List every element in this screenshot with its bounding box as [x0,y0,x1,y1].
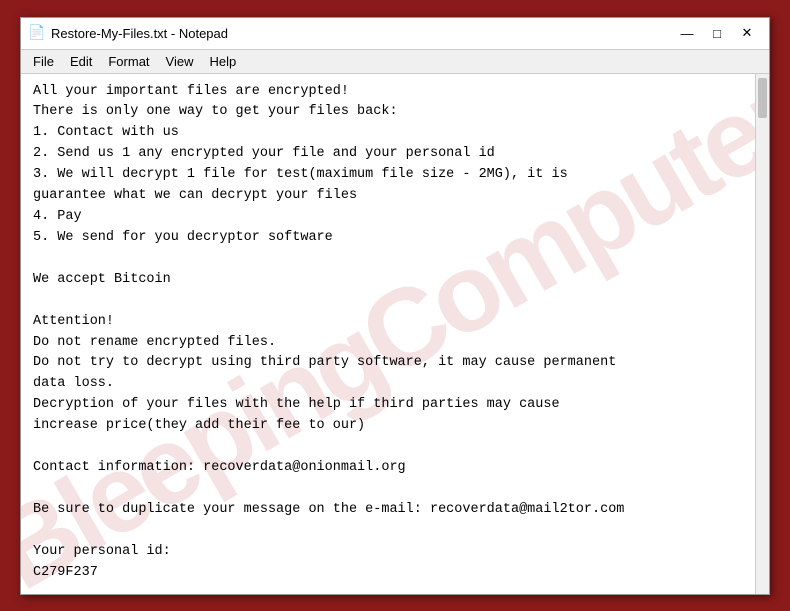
menu-help[interactable]: Help [201,52,244,71]
minimize-button[interactable]: — [673,23,701,43]
menu-file[interactable]: File [25,52,62,71]
menu-format[interactable]: Format [100,52,157,71]
notepad-window: 📄 Restore-My-Files.txt - Notepad — □ ✕ F… [20,17,770,595]
text-content-area[interactable]: BleepingComputer All your important file… [21,74,769,594]
window-title: Restore-My-Files.txt - Notepad [51,26,228,41]
menu-bar: File Edit Format View Help [21,50,769,74]
scrollbar[interactable] [755,74,769,594]
menu-view[interactable]: View [158,52,202,71]
maximize-button[interactable]: □ [703,23,731,43]
title-left: 📄 Restore-My-Files.txt - Notepad [29,25,228,41]
title-bar: 📄 Restore-My-Files.txt - Notepad — □ ✕ [21,18,769,50]
ransom-note-text: All your important files are encrypted! … [33,82,757,584]
menu-edit[interactable]: Edit [62,52,100,71]
window-controls: — □ ✕ [673,23,761,43]
close-button[interactable]: ✕ [733,23,761,43]
notepad-icon: 📄 [29,25,45,41]
scrollbar-thumb[interactable] [758,78,767,118]
